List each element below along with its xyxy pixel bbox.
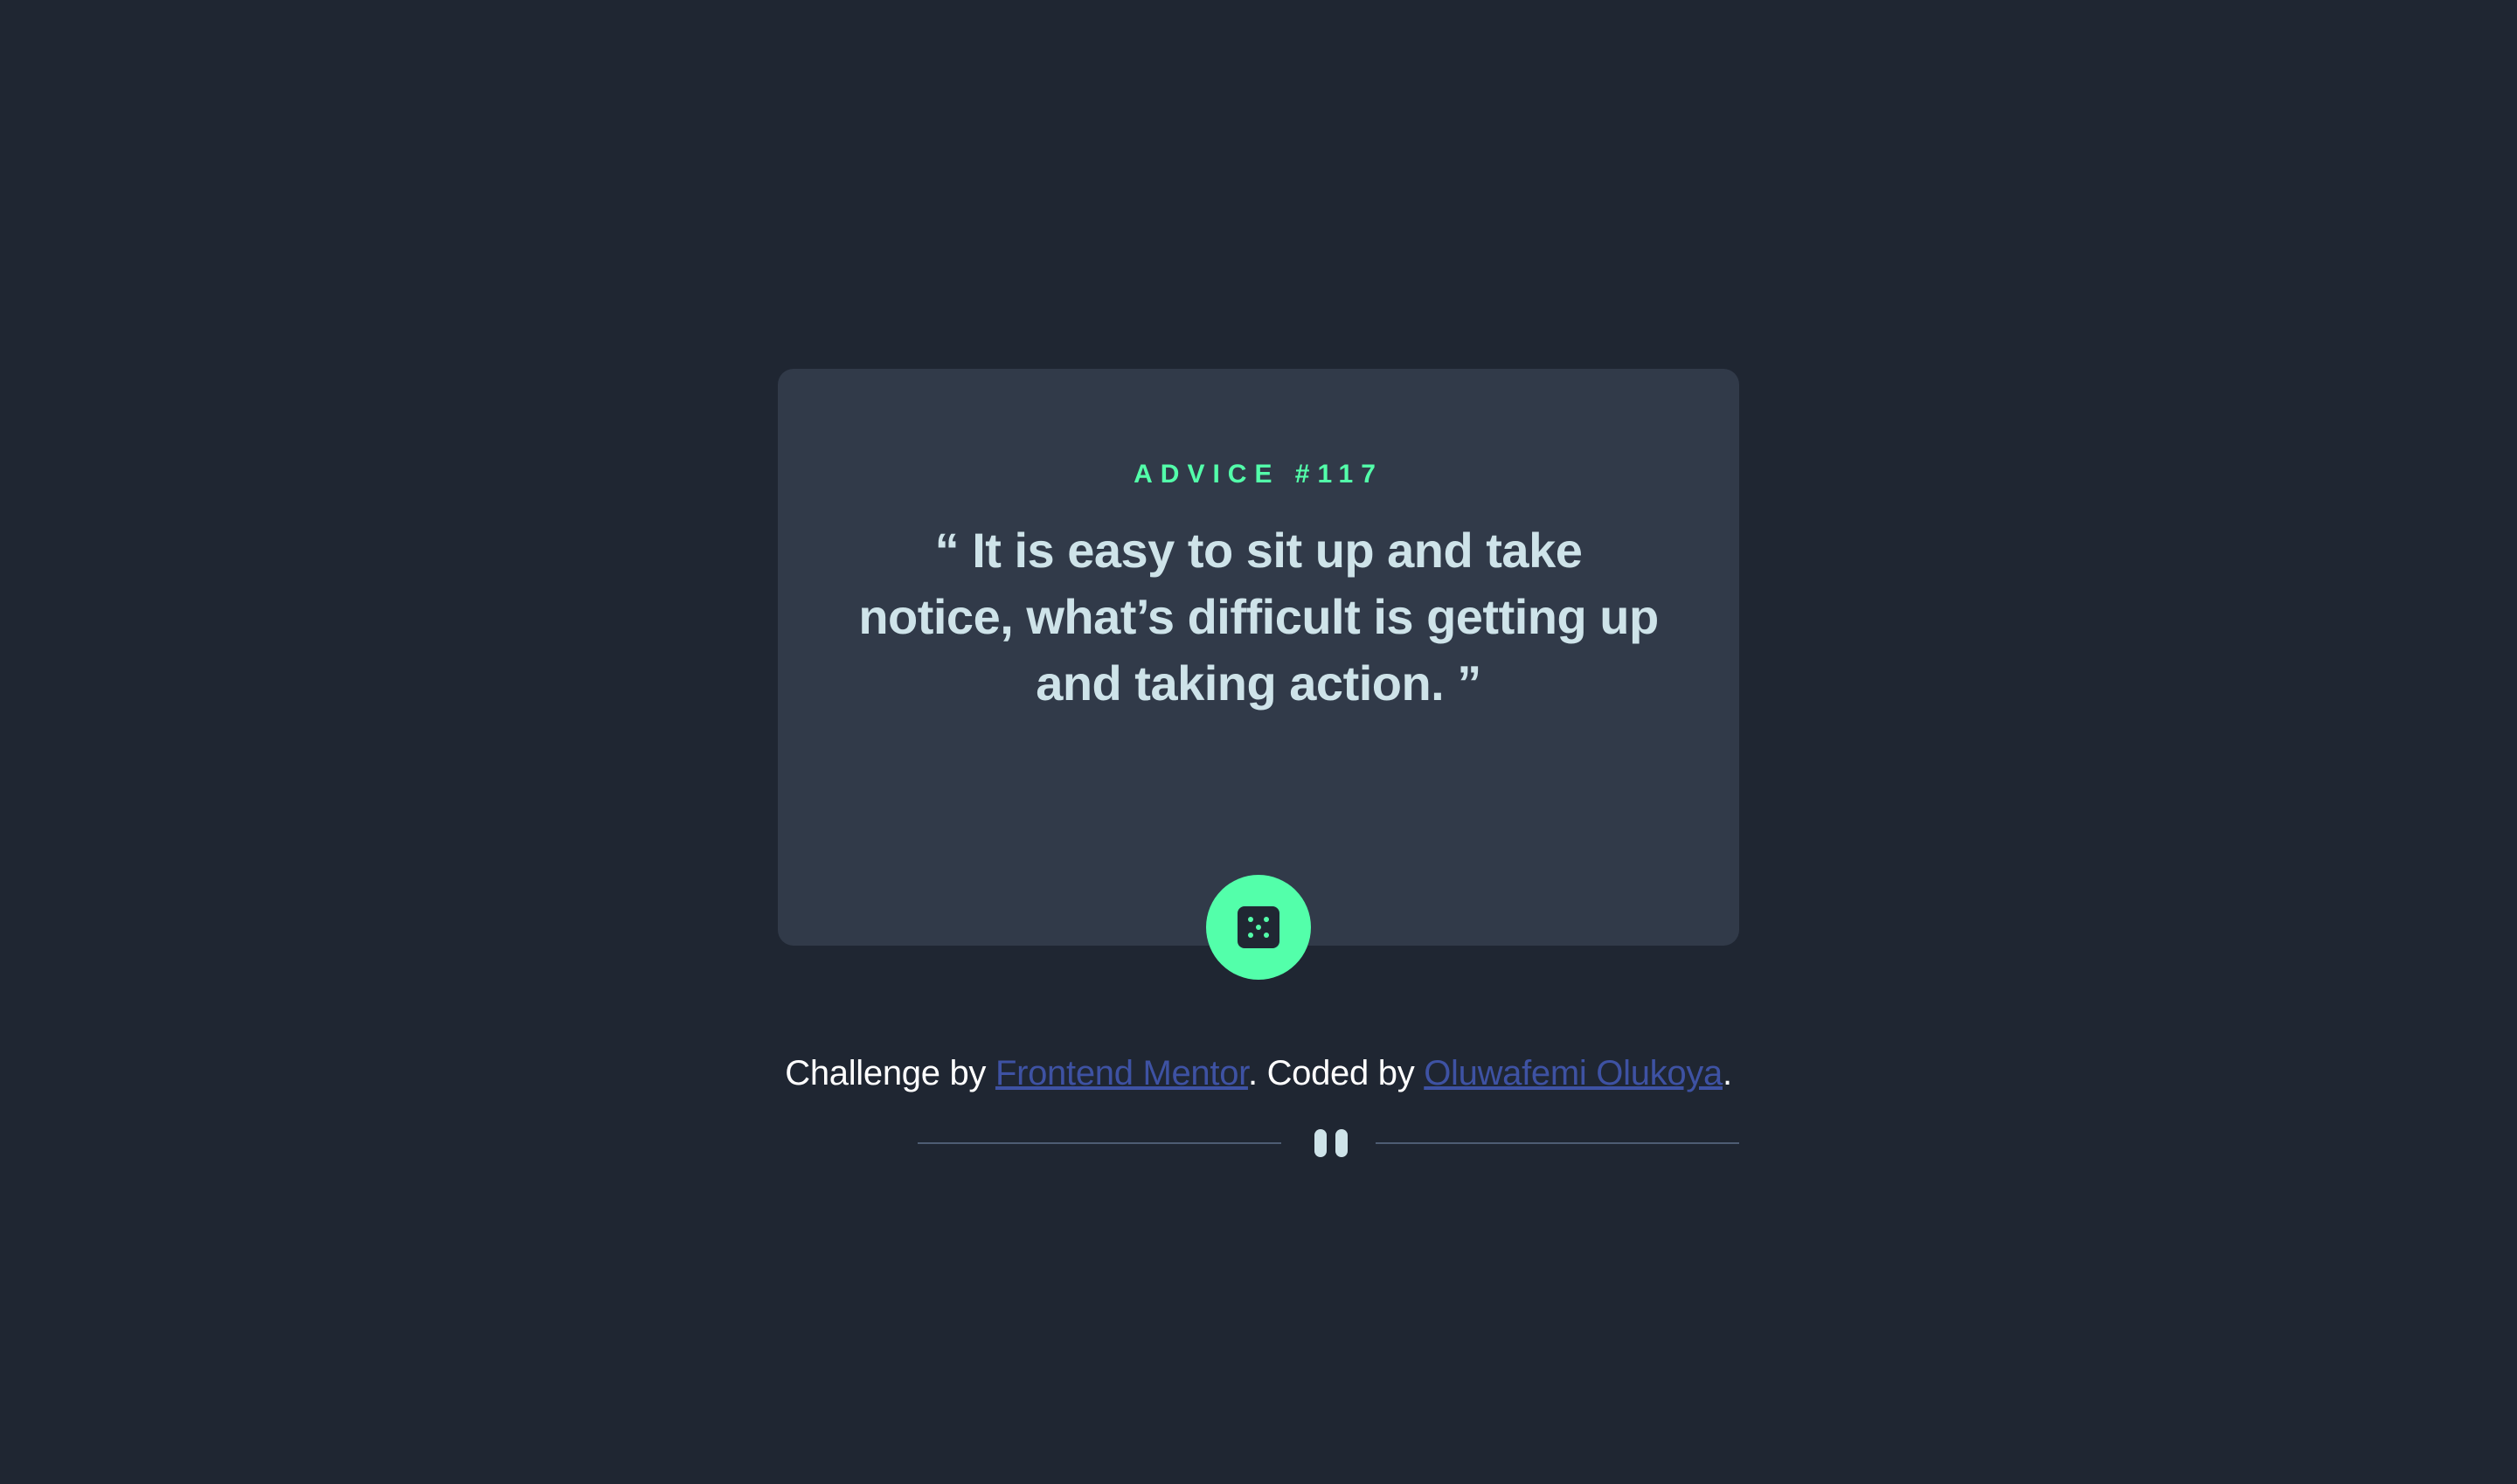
advice-card: ADVICE #117 “ It is easy to sit up and t…: [778, 369, 1739, 1157]
dice-dot: [1264, 917, 1269, 922]
attribution-middle: . Coded by: [1247, 1054, 1425, 1092]
new-advice-button[interactable]: [1206, 875, 1311, 980]
attribution-prefix: Challenge by: [785, 1054, 995, 1092]
page: ADVICE #117 “ It is easy to sit up and t…: [0, 0, 2517, 1484]
dice-dot: [1264, 933, 1269, 938]
divider-line-right: [1376, 1142, 1739, 1144]
dice-dot: [1248, 917, 1253, 922]
pause-bar-left: [1314, 1129, 1327, 1157]
pause-bar-right: [1335, 1129, 1348, 1157]
frontend-mentor-link[interactable]: Frontend Mentor: [995, 1054, 1248, 1092]
attribution-suffix: .: [1722, 1054, 1732, 1092]
divider-line-left: [918, 1142, 1281, 1144]
dice-dot: [1248, 933, 1253, 938]
dice-dot: [1256, 925, 1261, 930]
pause-icon: [1311, 1127, 1351, 1159]
advice-quote: “ It is easy to sit up and take notice, …: [858, 523, 1659, 711]
author-link[interactable]: Oluwafemi Olukoya: [1424, 1054, 1723, 1092]
dice-icon: [1238, 906, 1279, 948]
advice-id: ADVICE #117: [1134, 460, 1383, 489]
divider: [848, 1127, 1739, 1159]
attribution: Challenge by Frontend Mentor. Coded by O…: [0, 1049, 2517, 1098]
